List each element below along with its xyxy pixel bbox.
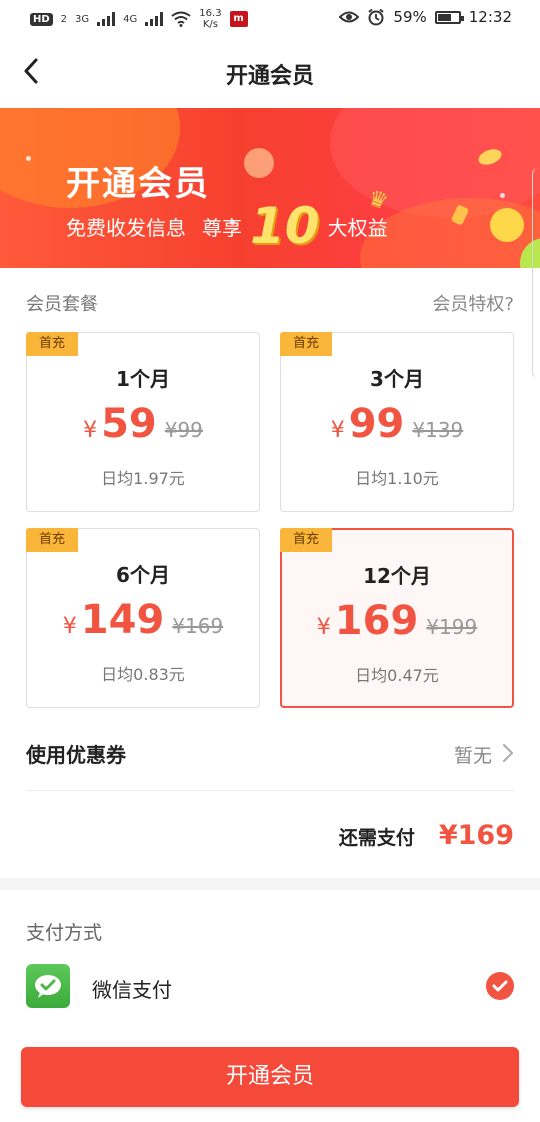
- hd-sub: 2: [60, 13, 68, 25]
- plan-original-price: ¥169: [172, 614, 224, 638]
- banner-sub-pre: 免费收发信息: [66, 215, 186, 240]
- plan-original-price: ¥139: [412, 418, 464, 442]
- plan-price: 169: [334, 598, 419, 644]
- signal-icon: [145, 12, 164, 26]
- battery-level: [437, 13, 451, 21]
- nav-bar: 开通会员: [0, 36, 540, 108]
- plan-price-row: ¥ 169 ¥199: [282, 598, 512, 644]
- plan-card-3-month[interactable]: 首充 3个月 ¥ 99 ¥139 日均1.10元: [280, 332, 514, 512]
- payment-section-title: 支付方式: [26, 922, 103, 944]
- scroll-indicator[interactable]: [532, 168, 540, 378]
- banner-number: 10: [250, 197, 320, 255]
- plan-daily-average: 日均0.47元: [355, 666, 439, 685]
- plan-card-6-month[interactable]: 首充 6个月 ¥ 149 ¥169 日均0.83元: [26, 528, 260, 708]
- status-bar: HD 2 3G 4G 16.3 K/s m 59% 12:32: [0, 0, 540, 36]
- banner-sub-mid: 尊享: [202, 215, 242, 240]
- package-section-title: 会员套餐: [26, 294, 98, 315]
- first-charge-tag: 首充: [280, 332, 332, 356]
- coupon-label: 使用优惠券: [26, 743, 126, 767]
- coupon-value: 暂无: [453, 745, 492, 767]
- status-left: HD 2 3G 4G 16.3 K/s m: [30, 8, 248, 30]
- activate-membership-button[interactable]: 开通会员: [21, 1047, 519, 1107]
- plan-original-price: ¥99: [164, 418, 203, 442]
- currency-symbol: ¥: [62, 614, 77, 639]
- chat-bubble-icon: [35, 975, 61, 998]
- membership-banner: ♛ 开通会员 免费收发信息 尊享 10 大权益: [0, 108, 540, 268]
- currency-symbol: ¥: [316, 615, 331, 640]
- currency-symbol: ¥: [83, 418, 98, 443]
- network-type-1: 3G: [75, 13, 90, 25]
- clock: 12:32: [468, 8, 512, 26]
- speed-value: 16.3: [199, 8, 222, 19]
- plan-daily-average: 日均1.10元: [355, 469, 439, 488]
- plan-price: 59: [101, 401, 157, 447]
- battery-icon: [434, 10, 464, 24]
- banner-sub-post: 大权益: [327, 215, 388, 240]
- network-speed: 16.3 K/s: [199, 8, 221, 30]
- amount-due-value: ¥169: [438, 820, 514, 851]
- wifi-icon: [171, 11, 191, 27]
- wechat-icon: [26, 964, 70, 1008]
- plan-card-12-month[interactable]: 首充 12个月 ¥ 169 ¥199 日均0.47元: [280, 528, 514, 708]
- app-notification-icon: m: [229, 11, 248, 27]
- amount-due-label: 还需支付: [338, 827, 415, 849]
- package-section-header: 会员套餐 会员特权?: [26, 290, 514, 316]
- payment-option-wechat[interactable]: 微信支付: [26, 962, 514, 1010]
- speed-unit: K/s: [202, 19, 218, 30]
- plan-price: 99: [348, 401, 405, 447]
- hd-badge: HD: [30, 12, 53, 26]
- eye-icon: [339, 11, 360, 23]
- battery-percent: 59%: [393, 8, 427, 26]
- chevron-right-icon: [503, 744, 513, 762]
- payment-method-name: 微信支付: [92, 978, 172, 1002]
- selected-check-icon[interactable]: [486, 972, 514, 1000]
- amount-due: 还需支付 ¥169: [339, 820, 514, 851]
- first-charge-tag: 首充: [280, 528, 332, 552]
- check-icon: [492, 980, 508, 992]
- plan-period: 6个月: [116, 563, 170, 587]
- divider: [26, 790, 514, 791]
- plan-period: 1个月: [116, 367, 170, 391]
- plan-period: 3个月: [370, 367, 424, 391]
- first-charge-tag: 首充: [26, 332, 78, 356]
- page-title: 开通会员: [225, 64, 314, 89]
- first-charge-tag: 首充: [26, 528, 78, 552]
- plan-period: 12个月: [363, 564, 431, 588]
- network-type-2: 4G: [123, 13, 138, 25]
- banner-decoration: [500, 193, 505, 198]
- plan-daily-average: 日均1.97元: [101, 469, 185, 488]
- plan-price-row: ¥ 59 ¥99: [27, 401, 259, 447]
- plan-price-row: ¥ 149 ¥169: [27, 597, 259, 643]
- plan-price-row: ¥ 99 ¥139: [281, 401, 513, 447]
- banner-subtitle: 免费收发信息 尊享 10 大权益: [66, 197, 388, 255]
- banner-decoration: [26, 156, 31, 161]
- banner-decoration: [244, 148, 274, 178]
- currency-symbol: ¥: [330, 418, 345, 443]
- coupon-row[interactable]: 使用优惠券 暂无: [26, 735, 514, 769]
- alarm-icon: [368, 8, 385, 26]
- plan-original-price: ¥199: [426, 615, 478, 639]
- status-right: 59% 12:32: [339, 8, 512, 26]
- plan-daily-average: 日均0.83元: [101, 665, 185, 684]
- section-gap: [0, 878, 540, 890]
- signal-icon: [97, 12, 116, 26]
- banner-title: 开通会员: [66, 164, 210, 204]
- banner-decoration: [490, 208, 524, 242]
- privilege-link[interactable]: 会员特权?: [432, 290, 514, 316]
- plan-price: 149: [80, 597, 165, 643]
- plan-card-1-month[interactable]: 首充 1个月 ¥ 59 ¥99 日均1.97元: [26, 332, 260, 512]
